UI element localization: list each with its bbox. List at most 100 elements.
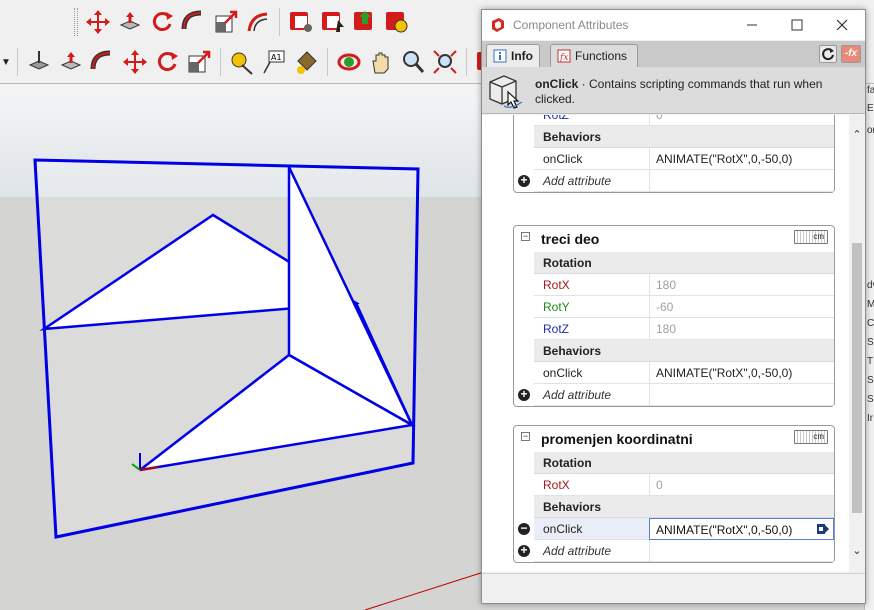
units-toggle-button[interactable]: cm [794, 230, 828, 244]
attribute-name[interactable]: RotX [534, 474, 649, 496]
help-description: onClick · Contains scripting commands th… [535, 77, 855, 107]
attribute-name[interactable]: RotZ [534, 318, 649, 340]
scroll-thumb[interactable] [852, 243, 862, 513]
tray-label[interactable]: E [867, 103, 874, 114]
close-button[interactable] [825, 10, 859, 40]
add-attribute-icon[interactable]: + [518, 174, 530, 187]
units-toggle-button[interactable]: cm [794, 430, 828, 444]
attribute-name[interactable]: Add attribute [534, 384, 649, 406]
attribute-row[interactable]: onClick ANIMATE("RotX",0,-50,0) [514, 148, 834, 170]
tray-label[interactable]: fa [867, 85, 874, 96]
attribute-row[interactable]: RotZ 0 [514, 115, 834, 126]
attribute-row[interactable]: RotX 180 [514, 274, 834, 296]
follow-me-button[interactable] [179, 7, 209, 37]
rotate-button[interactable] [147, 7, 177, 37]
tray-label[interactable]: Ir [867, 413, 874, 424]
pan-button[interactable] [366, 47, 396, 77]
attribute-row[interactable]: RotX 0 [514, 474, 834, 496]
formula-edit-icon[interactable] [816, 522, 830, 536]
zoom-button[interactable] [398, 47, 428, 77]
collapse-icon[interactable]: − [521, 232, 530, 241]
attribute-name[interactable]: Add attribute [534, 540, 649, 562]
tray-label[interactable]: C [867, 318, 874, 329]
attribute-row[interactable]: RotY -60 [514, 296, 834, 318]
offset-button[interactable] [243, 7, 273, 37]
interact-button[interactable] [382, 7, 412, 37]
zoom-icon [403, 51, 425, 73]
toggle-formula-view-button[interactable]: -fx [841, 45, 861, 63]
attribute-value[interactable]: 0 [649, 115, 834, 126]
maximize-button[interactable] [780, 10, 814, 40]
attribute-row[interactable]: RotZ 180 [514, 318, 834, 340]
move-button[interactable] [83, 7, 113, 37]
attribute-name[interactable]: onClick [534, 148, 649, 170]
refresh-button[interactable] [819, 45, 837, 63]
tray-label[interactable]: S [867, 394, 874, 405]
attribute-value[interactable] [649, 540, 834, 562]
add-attribute-row[interactable]: + Add attribute [514, 384, 834, 406]
tray-label[interactable]: dv [867, 280, 874, 291]
component-attributes-button[interactable] [318, 7, 348, 37]
collapse-icon[interactable]: − [521, 432, 530, 441]
scale-button[interactable] [184, 47, 214, 77]
move-icon [86, 10, 110, 34]
tray-label[interactable]: M [867, 299, 874, 310]
attribute-name[interactable]: onClick [534, 362, 649, 384]
vertical-scrollbar[interactable]: ⌃ ⌄ [849, 115, 865, 572]
toolbar-grip[interactable] [74, 8, 78, 36]
dialog-titlebar[interactable]: Component Attributes [482, 10, 865, 40]
attribute-value[interactable] [649, 170, 834, 192]
select-button[interactable] [24, 47, 54, 77]
section-header: Behaviors [514, 496, 834, 518]
attribute-name[interactable]: Add attribute [534, 170, 649, 192]
generate-report-button[interactable] [350, 7, 380, 37]
attribute-name: Rotation [534, 252, 834, 274]
attribute-name[interactable]: RotX [534, 274, 649, 296]
remove-attribute-icon[interactable]: − [518, 522, 530, 535]
scroll-up-icon[interactable]: ⌃ [851, 129, 863, 141]
scale-button[interactable] [211, 7, 241, 37]
attribute-row[interactable]: onClick ANIMATE("RotX",0,-50,0) [514, 362, 834, 384]
attribute-value[interactable]: 180 [649, 318, 834, 340]
attribute-value[interactable]: -60 [649, 296, 834, 318]
tray-label[interactable]: T [867, 356, 874, 367]
toolbar-overflow-arrow[interactable]: ▼ [0, 47, 12, 77]
push-pull-button[interactable] [56, 47, 86, 77]
dialog-status-bar [482, 573, 865, 603]
paint-bucket-button[interactable] [291, 47, 321, 77]
attribute-name[interactable]: RotZ [534, 115, 649, 126]
add-attribute-icon[interactable]: + [518, 388, 530, 401]
text-button[interactable]: A1 [259, 47, 289, 77]
tray-label[interactable]: S [867, 375, 874, 386]
rotate-button[interactable] [152, 47, 182, 77]
tray-label[interactable]: S [867, 337, 874, 348]
attribute-name[interactable]: RotY [534, 296, 649, 318]
attribute-value[interactable]: ANIMATE("RotX",0,-50,0) [649, 518, 834, 540]
tray-label[interactable]: or [867, 125, 874, 136]
component-options-button[interactable] [286, 7, 316, 37]
attribute-value[interactable]: ANIMATE("RotX",0,-50,0) [649, 362, 834, 384]
tab-functions[interactable]: fx Functions [550, 44, 638, 67]
move-icon [123, 50, 147, 74]
zoom-extents-button[interactable] [430, 47, 460, 77]
tape-measure-button[interactable] [227, 47, 257, 77]
scroll-down-icon[interactable]: ⌄ [851, 545, 863, 557]
scale-icon [215, 10, 238, 33]
orbit-button[interactable] [334, 47, 364, 77]
attribute-value[interactable]: 0 [649, 474, 834, 496]
attribute-value[interactable]: 180 [649, 274, 834, 296]
add-attribute-icon[interactable]: + [518, 544, 530, 557]
attribute-name[interactable]: onClick [534, 518, 649, 540]
move-button[interactable] [120, 47, 150, 77]
add-attribute-row[interactable]: + Add attribute [514, 540, 834, 562]
attribute-value[interactable]: ANIMATE("RotX",0,-50,0) [649, 148, 834, 170]
push-pull-button[interactable] [115, 7, 145, 37]
attribute-row[interactable]: − onClick ANIMATE("RotX",0,-50,0) [514, 518, 834, 540]
offset-icon [247, 12, 268, 32]
tab-info[interactable]: Info [486, 44, 540, 67]
minimize-button[interactable] [735, 10, 769, 40]
add-attribute-row[interactable]: + Add attribute [514, 170, 834, 192]
toolbar-separator [327, 48, 328, 76]
follow-me-button[interactable] [88, 47, 118, 77]
attribute-value[interactable] [649, 384, 834, 406]
